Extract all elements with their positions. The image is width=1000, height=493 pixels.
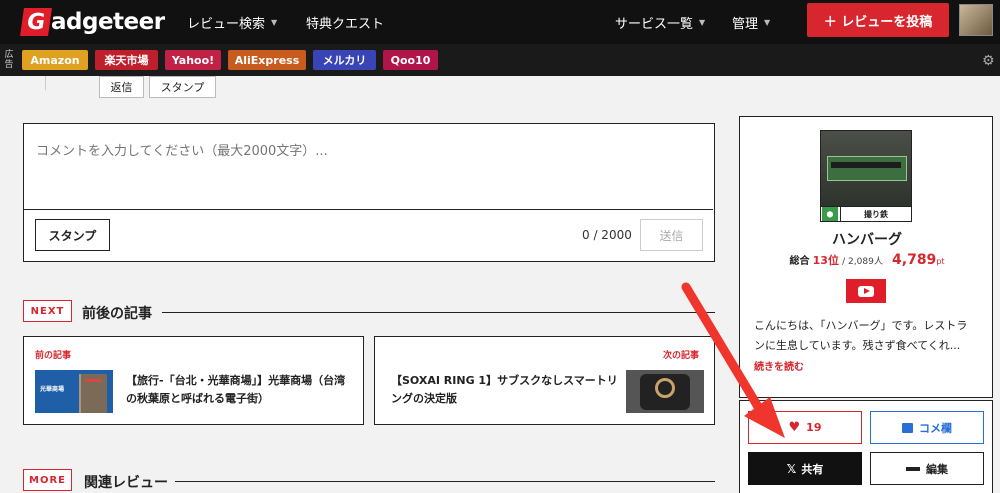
nav-quest[interactable]: 特典クエスト <box>306 0 384 44</box>
comments-button[interactable]: コメ欄 <box>870 411 984 444</box>
ad-bar: 広告 Amazon 楽天市場 Yahoo! AliExpress メルカリ Qo… <box>0 44 1000 76</box>
chevron-down-icon: ▼ <box>764 17 771 27</box>
profile-name[interactable]: ハンバーグ <box>740 229 994 249</box>
send-button[interactable]: 送信 <box>640 219 703 251</box>
post-review-button[interactable]: ＋ レビューを投稿 <box>807 3 949 37</box>
next-article-title-line1: 【SOXAI RING 1】サブスクなしスマートリ <box>391 374 618 387</box>
rank-total: / 2,089人 <box>842 257 883 267</box>
read-more-link[interactable]: 続きを読む <box>754 358 804 373</box>
next-article-card[interactable]: 次の記事 【SOXAI RING 1】サブスクなしスマートリ ングの決定版 <box>374 336 715 425</box>
nav-quest-label: 特典クエスト <box>306 16 385 32</box>
prev-article-title-line2: の秋葉原と呼ばれる電子街） <box>126 392 269 405</box>
shop-link-mercari[interactable]: メルカリ <box>313 50 376 70</box>
prev-article-title-line1: 【旅行-「台北・光華商場」】光華商場（台湾 <box>126 374 346 387</box>
profile-rank: 総合 13位 / 2,089人 4,789pt <box>740 252 994 268</box>
chevron-down-icon: ▼ <box>271 17 278 27</box>
prev-article-label: 前の記事 <box>35 351 72 361</box>
nav-review-search[interactable]: レビュー検索 ▼ <box>187 0 277 44</box>
points-value: 4,789 <box>892 252 937 268</box>
bio-line1: こんにちは、「ハンバーグ」です。レストラ <box>754 319 968 332</box>
logo-mark: G <box>20 8 52 36</box>
ram-chips <box>831 162 901 168</box>
nav-admin[interactable]: 管理 ▼ <box>732 0 770 44</box>
prev-article-card[interactable]: 前の記事 光華商場 【旅行-「台北・光華商場」】光華商場（台湾 の秋葉原と呼ばれ… <box>23 336 364 425</box>
stamp-chip-button[interactable]: スタンプ <box>149 76 216 98</box>
char-counter: 0 / 2000 <box>582 228 632 242</box>
section-title-more: 関連レビュー <box>84 475 168 491</box>
comment-icon <box>902 422 913 433</box>
bio-line2: ンに生息しています。残さず食べてくれ... <box>754 339 961 352</box>
prev-article-thumbnail: 光華商場 <box>35 370 113 413</box>
x-logo-icon: 𝕏 <box>786 461 797 476</box>
action-panel: ♥ 19 コメ欄 𝕏 共有 編集 <box>739 400 993 493</box>
shop-link-amazon[interactable]: Amazon <box>22 50 88 70</box>
logo-text: adgeteer <box>51 9 165 35</box>
top-header: G adgeteer レビュー検索 ▼ 特典クエスト サービス一覧 ▼ 管理 ▼ ＋ … <box>0 0 1000 44</box>
stamp-button[interactable]: スタンプ <box>35 219 110 251</box>
points-unit: pt <box>936 257 945 266</box>
like-button[interactable]: ♥ 19 <box>748 411 862 444</box>
section-title-next: 前後の記事 <box>82 306 152 322</box>
profile-bio: こんにちは、「ハンバーグ」です。レストラ ンに生息しています。残さず食べてくれ.… <box>754 316 980 356</box>
like-count: 19 <box>806 421 822 434</box>
thread-line <box>45 76 46 90</box>
next-article-thumbnail <box>626 370 704 413</box>
edit-label: 編集 <box>926 462 948 476</box>
nav-services-label: サービス一覧 <box>615 16 694 32</box>
section-tag-more: MORE <box>23 469 72 491</box>
heart-icon: ♥ <box>788 420 801 435</box>
youtube-icon <box>858 285 874 297</box>
section-divider <box>162 312 715 313</box>
shop-link-aliexpress[interactable]: AliExpress <box>228 50 306 70</box>
prev-article-title: 【旅行-「台北・光華商場」】光華商場（台湾 の秋葉原と呼ばれる電子街） <box>126 372 362 408</box>
ad-label: 広告 <box>4 50 14 70</box>
next-article-title: 【SOXAI RING 1】サブスクなしスマートリ ングの決定版 <box>391 372 621 408</box>
edit-button[interactable]: 編集 <box>870 452 984 485</box>
shop-link-yahoo[interactable]: Yahoo! <box>165 50 221 70</box>
site-logo[interactable]: G adgeteer <box>20 6 165 38</box>
sign-image <box>85 379 101 382</box>
share-label: 共有 <box>801 462 824 476</box>
youtube-button[interactable] <box>846 279 886 303</box>
comment-input[interactable] <box>24 124 713 210</box>
rank-value: 13位 <box>812 254 839 267</box>
reply-button[interactable]: 返信 <box>99 76 144 98</box>
share-button[interactable]: 𝕏 共有 <box>748 452 862 485</box>
pencil-icon <box>906 466 920 471</box>
profile-photo[interactable] <box>820 130 912 210</box>
nav-services[interactable]: サービス一覧 ▼ <box>615 0 705 44</box>
section-tag-next: NEXT <box>23 300 72 322</box>
chevron-down-icon: ▼ <box>699 17 706 27</box>
gear-icon[interactable]: ⚙ <box>982 53 995 69</box>
android-icon: ⬢ <box>822 207 838 221</box>
next-article-title-line2: ングの決定版 <box>391 392 457 405</box>
rank-prefix: 総合 <box>789 256 810 267</box>
user-avatar[interactable] <box>959 4 993 36</box>
ring-image <box>655 378 675 398</box>
profile-badge-row: ⬢ 撮り鉄 <box>820 206 912 222</box>
nav-admin-label: 管理 <box>732 16 759 32</box>
shop-link-qoo10[interactable]: Qoo10 <box>383 50 438 70</box>
ram-module-image <box>827 156 907 181</box>
profile-card: ⬢ 撮り鉄 ハンバーグ 総合 13位 / 2,089人 4,789pt こんにち… <box>739 116 993 398</box>
shop-link-rakuten[interactable]: 楽天市場 <box>95 50 158 70</box>
profile-badge: 撮り鉄 <box>864 209 888 219</box>
comment-form: スタンプ 0 / 2000 送信 <box>23 123 715 262</box>
comments-label: コメ欄 <box>919 421 952 435</box>
prev-thumb-text: 光華商場 <box>40 386 65 393</box>
next-article-label: 次の記事 <box>663 351 700 361</box>
section-divider <box>175 481 715 482</box>
nav-review-search-label: レビュー検索 <box>187 16 266 32</box>
